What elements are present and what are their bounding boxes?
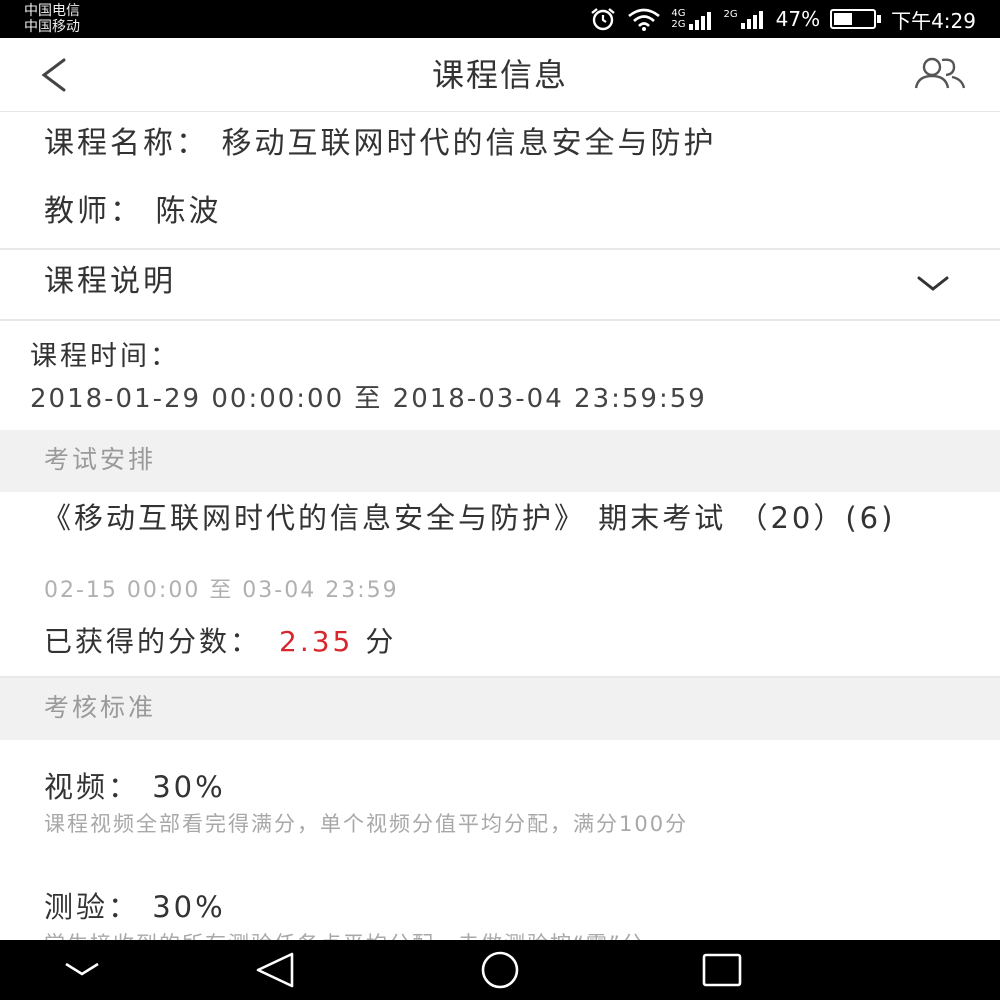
criterion-name: 测验： 30% <box>44 890 226 924</box>
nav-back-button[interactable] <box>246 950 306 990</box>
clock: 下午4:29 <box>891 8 976 33</box>
course-time-range: 2018-01-29 00:00:00 至 2018-03-04 23:59:5… <box>30 384 707 414</box>
status-bar: 中国电信 中国移动 4G 2G 2G 47% 下午4:29 <box>0 0 1000 38</box>
nav-home-button[interactable] <box>470 950 530 990</box>
course-description-toggle[interactable]: 课程说明 <box>0 250 1000 318</box>
wifi-icon <box>627 7 661 31</box>
divider <box>0 319 1000 321</box>
alarm-icon <box>589 7 617 31</box>
score-label: 已获得的分数： <box>44 625 262 658</box>
course-time-label: 课程时间： <box>30 341 180 372</box>
chevron-down-icon <box>65 962 99 976</box>
exam-time: 02-15 00:00 至 03-04 23:59 <box>44 578 399 603</box>
battery-icon <box>830 9 882 29</box>
members-button[interactable] <box>910 54 970 98</box>
score-value: 2.35 <box>279 625 354 658</box>
criterion-name: 视频： 30% <box>44 770 226 804</box>
criterion-description: 课程视频全部看完得满分，单个视频分值平均分配，满分100分 <box>44 812 689 836</box>
circle-home-icon <box>481 951 519 989</box>
criteria-section-title: 考核标准 <box>44 693 157 722</box>
carrier-2: 中国移动 <box>24 19 80 35</box>
square-recents-icon <box>702 953 742 987</box>
score-unit: 分 <box>365 625 397 658</box>
app-header: 课程信息 <box>0 38 1000 112</box>
network-type-3: 2G <box>723 9 738 20</box>
exam-section-header: 考试安排 <box>0 430 1000 492</box>
criteria-section-header: 考核标准 <box>0 678 1000 740</box>
page-title: 课程信息 <box>431 56 568 94</box>
network-type-1: 4G <box>671 8 686 19</box>
hide-keyboard-button[interactable] <box>52 950 112 990</box>
triangle-back-icon <box>256 952 294 988</box>
signal-1-icon: 4G 2G <box>671 8 713 30</box>
score-row: 已获得的分数： 2.35 分 <box>0 620 1000 660</box>
carrier-1: 中国电信 <box>24 3 80 19</box>
exam-title[interactable]: 《移动互联网时代的信息安全与防护》 期末考试 （20）(6) <box>42 496 942 540</box>
network-type-2: 2G <box>671 19 686 30</box>
signal-2-icon: 2G <box>724 9 766 29</box>
teacher-name: 教师： 陈波 <box>44 194 222 229</box>
system-nav-bar <box>0 940 1000 1000</box>
status-icons: 4G 2G 2G 47% 下午4:29 <box>589 5 976 33</box>
course-name: 课程名称： 移动互联网时代的信息安全与防护 <box>44 126 717 161</box>
chevron-down-icon <box>917 276 949 291</box>
course-description-label: 课程说明 <box>44 264 176 299</box>
people-icon <box>914 57 966 89</box>
battery-percent: 47% <box>775 7 821 31</box>
nav-recents-button[interactable] <box>692 950 752 990</box>
exam-section-title: 考试安排 <box>44 445 157 474</box>
